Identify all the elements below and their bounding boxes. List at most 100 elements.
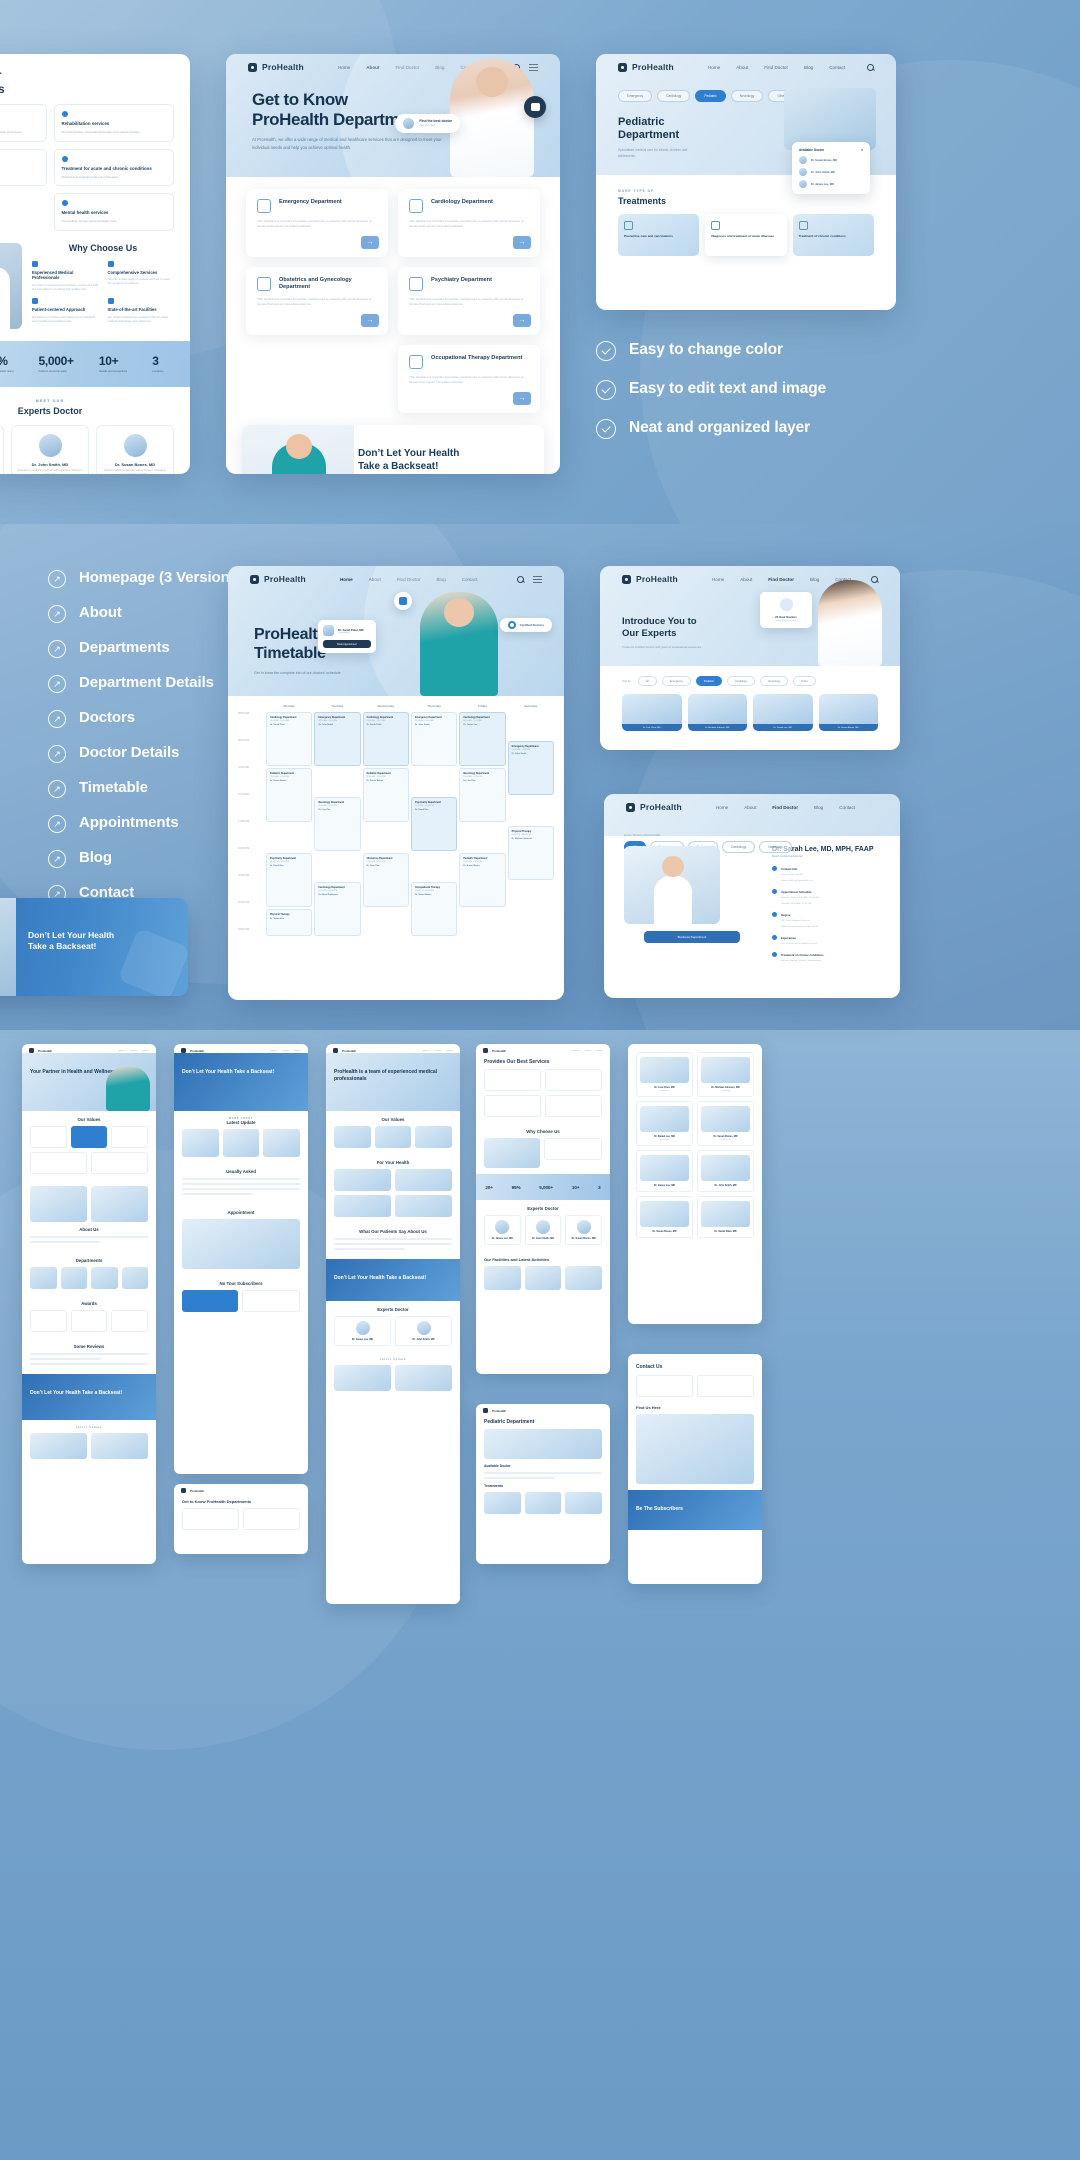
appointment-block[interactable]: Psychiatry Department 11:00 AM - 01:00 P… xyxy=(410,797,458,851)
chip-cardiology[interactable]: Cardiology xyxy=(722,841,756,853)
department-card[interactable]: Emergency Department This department pro… xyxy=(246,188,388,257)
appointment-block[interactable]: Cardiology Department 08:00 AM - 10:00 A… xyxy=(362,712,409,766)
page-list-item-homepage[interactable]: ↗ Homepage (3 Versions) xyxy=(48,568,248,588)
appointment-block[interactable]: Pediatric Department 10:00 AM - 12:00 PM… xyxy=(362,768,409,822)
treatment-card[interactable]: Treatment of chronic conditions xyxy=(792,214,874,257)
doctor-mini-card[interactable]: Dr. Sarah Patel, MD Cardiologist Book Ap… xyxy=(318,620,376,653)
search-icon[interactable] xyxy=(867,63,874,71)
chip-pediatric[interactable]: Pediatric xyxy=(695,90,726,102)
arrow-right-icon[interactable]: → xyxy=(361,235,379,249)
appointment-block[interactable]: Emergency Department 08:00 AM - 10:00 AM… xyxy=(410,712,458,766)
department-card[interactable]: Obstetrics and Gynecology Department Thi… xyxy=(246,266,388,335)
doctor-filters[interactable]: Sort by All Emergency Pediatric Cardiolo… xyxy=(600,666,900,686)
doctor-card[interactable]: Dr. Susan Bones, MD xyxy=(565,1215,602,1245)
nav-link-about[interactable]: About xyxy=(740,577,752,582)
service-item[interactable]: Treatment for acute and chronic conditio… xyxy=(53,148,174,187)
thumbnail-contact-page[interactable]: Contact Us Find Us Here Be The Subscribe… xyxy=(628,1354,762,1584)
filter-neurology[interactable]: Neurology xyxy=(760,676,789,686)
brand-logo[interactable]: ProHealth xyxy=(250,574,306,584)
thumbnail-departments-page[interactable]: ProHealth Get to Know ProHealth Departme… xyxy=(174,1484,308,1554)
doctor-card[interactable]: Dr. Lisa Chen, MD Pediatrician xyxy=(636,1052,693,1097)
map[interactable] xyxy=(636,1414,754,1484)
appointment-block[interactable]: Occupational Therapy 02:00 PM - 04:00 PM… xyxy=(410,882,458,936)
thumbnail-homepage-v3[interactable]: ProHealth Provides Our Best Services Why… xyxy=(476,1044,610,1374)
treatment-card[interactable]: Preventive care and vaccinations xyxy=(618,214,700,257)
arrow-right-icon[interactable]: → xyxy=(513,391,531,405)
available-doctor-row[interactable]: Dr. John Smith, MD xyxy=(799,168,863,176)
thumbnail-about-page[interactable]: ProHealth Don’t Let Your Health Take a B… xyxy=(174,1044,308,1474)
appointment-block[interactable]: Neurology Department 11:00 AM - 01:00 PM… xyxy=(314,797,361,851)
nav-link-contact[interactable]: Contact xyxy=(839,805,855,810)
mockup-doctors-page[interactable]: ProHealth Home About Find Doctor Blog Co… xyxy=(600,566,900,750)
page-list-item-departments[interactable]: ↗ Departments xyxy=(48,638,248,658)
available-doctor-row[interactable]: Dr. James Lee, MD xyxy=(799,180,863,188)
doctor-card[interactable]: Dr. John Smith, MD xyxy=(395,1316,452,1346)
page-list-item-blog[interactable]: ↗ Blog xyxy=(48,848,248,868)
treatment-card[interactable]: Diagnosis and treatment of acute illness… xyxy=(705,214,787,257)
site-navbar[interactable]: ProHealth Home About Find Doctor Blog Co… xyxy=(596,54,896,80)
appointment-block[interactable]: Psychiatry Department 01:00 PM - 03:00 P… xyxy=(266,853,313,907)
doctor-card[interactable]: Dr. John Smith, MD Emergency medicine ph… xyxy=(11,424,89,474)
doctor-card[interactable]: Dr. Daniel Lee, MD Neurologist xyxy=(636,1101,693,1146)
doctor-card[interactable]: Dr. James Lee, MD xyxy=(334,1316,391,1346)
chat-bubble-icon[interactable] xyxy=(524,96,546,118)
site-navbar[interactable]: ProHealth xyxy=(174,1044,308,1053)
site-navbar[interactable]: ProHealth xyxy=(22,1044,156,1053)
doctor-card[interactable]: Dr. Susan Bones, MD xyxy=(636,1196,693,1238)
thumbnail-department-details[interactable]: ProHealth Pediatric Department Available… xyxy=(476,1404,610,1564)
department-card[interactable]: Psychiatry Department This department pr… xyxy=(398,266,540,335)
appointment-block[interactable]: Pediatric Department 10:00 AM - 12:00 PM… xyxy=(266,768,313,822)
filter-pediatric[interactable]: Pediatric xyxy=(695,676,722,686)
nav-link-home[interactable]: Home xyxy=(716,805,728,810)
filter-other[interactable]: Other xyxy=(793,676,816,686)
doctor-card[interactable]: Dr. Daniel Lee, MD xyxy=(753,694,813,731)
brand-logo[interactable]: ProHealth xyxy=(622,574,678,584)
doctor-card[interactable]: Dr. Michael Johnson, MD xyxy=(687,694,747,731)
nav-link-about[interactable]: About xyxy=(744,805,756,810)
chevron-down-icon[interactable]: ▾ xyxy=(861,148,863,152)
service-item[interactable]: Mental health services Counselling, ther… xyxy=(53,193,174,231)
nav-link-blog[interactable]: Blog xyxy=(804,65,813,70)
department-card[interactable]: Occupational Therapy Department This dep… xyxy=(398,344,540,413)
nav-link-contact[interactable]: Contact xyxy=(829,65,845,70)
mockup-timetable-page[interactable]: ProHealth Home About Find Doctor Blog Co… xyxy=(228,566,564,1000)
nav-link-find-doctor[interactable]: Find Doctor xyxy=(772,805,798,810)
doctor-card[interactable]: Dr. Lisa Chen, MD xyxy=(622,694,682,731)
appointment-block[interactable]: Physical Therapy Dr. Susan Kim xyxy=(266,909,313,936)
thumbnail-homepage-v1[interactable]: ProHealth Your Partner in Health and Wel… xyxy=(22,1044,156,1564)
doctor-card[interactable]: Dr. John Smith, MD xyxy=(697,1150,754,1192)
nav-link-blog[interactable]: Blog xyxy=(810,577,819,582)
arrow-right-icon[interactable]: → xyxy=(513,235,531,249)
doctor-card[interactable]: Dr. John Smith, MD xyxy=(524,1215,562,1245)
service-item[interactable]: Intensive care Specialised care for crit… xyxy=(0,148,47,187)
appointment-block[interactable]: Obstetrics Department 01:00 PM - 03:00 P… xyxy=(362,853,409,907)
page-list-item-appointments[interactable]: ↗ Appointments xyxy=(48,813,248,833)
nav-link-home[interactable]: Home xyxy=(708,65,720,70)
cta-banner[interactable]: Don’t Let Your Health Take a Backseat! S… xyxy=(242,424,544,474)
mockup-doctor-details-page[interactable]: ProHealth Home About Find Doctor Blog Co… xyxy=(604,794,900,998)
arrow-right-icon[interactable]: → xyxy=(361,313,379,327)
site-navbar[interactable]: ProHealth xyxy=(174,1484,308,1493)
promo-banner-card[interactable]: Don’t Let Your Health Take a Backseat! xyxy=(0,898,188,996)
nav-link-find-doctor[interactable]: Find Doctor xyxy=(768,577,794,582)
doctor-card[interactable]: Dr. Susan Bones, MD Board-certified pedi… xyxy=(96,424,174,474)
brand-logo[interactable]: ProHealth xyxy=(626,802,682,812)
nav-link-home[interactable]: Home xyxy=(712,577,724,582)
doctor-card[interactable]: Dr. Susan Bones, MD Pediatrician xyxy=(697,1101,754,1146)
service-item[interactable]: Rehabilitation services Physical therapy… xyxy=(53,104,174,142)
nav-link-home[interactable]: Home xyxy=(338,65,350,70)
doctor-card[interactable]: Dr. Michael Johnson, MD Cardiologist xyxy=(697,1052,754,1097)
appointment-block[interactable]: Cardiology Department 08:00 AM - 10:00 A… xyxy=(459,712,506,766)
nav-links[interactable]: Home About Find Doctor Blog Contact xyxy=(712,577,851,582)
appointment-block[interactable]: Physical Therapy 01:00 PM - 03:00 PM Dr.… xyxy=(507,826,554,880)
nav-link-blog[interactable]: Blog xyxy=(814,805,823,810)
mockup-department-details-page[interactable]: ProHealth Home About Find Doctor Blog Co… xyxy=(596,54,896,310)
arrow-right-icon[interactable]: → xyxy=(513,313,531,327)
department-button[interactable]: Business Department xyxy=(644,931,740,943)
page-list-item-timetable[interactable]: ↗ Timetable xyxy=(48,778,248,798)
book-appointment-button[interactable]: Book Appointment xyxy=(323,640,371,648)
filter-all[interactable]: All xyxy=(637,676,657,686)
site-navbar[interactable]: ProHealth xyxy=(326,1044,460,1053)
nav-links[interactable]: Home About Find Doctor Blog Contact xyxy=(716,805,855,810)
page-list-item-department-details[interactable]: ↗ Department Details xyxy=(48,673,248,693)
